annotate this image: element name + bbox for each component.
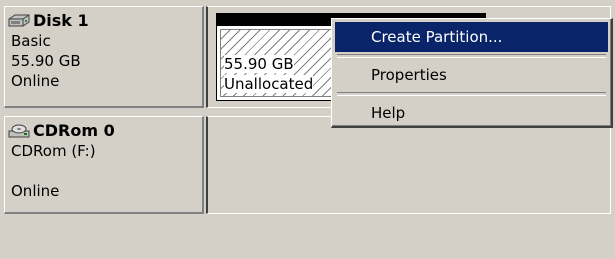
cdrom-label-panel[interactable]: CDRom 0 CDRom (F:) Online [4,116,204,214]
menu-separator [337,54,606,58]
disk-title: Disk 1 [8,11,196,31]
disk-label-panel[interactable]: Disk 1 Basic 55.90 GB Online [4,6,204,108]
cdrom-drive: CDRom (F:) [11,142,96,160]
volume-status: Unallocated [224,75,314,93]
context-menu: Create Partition... Properties Help [331,18,613,128]
menu-separator [337,92,606,96]
menu-item-create-partition[interactable]: Create Partition... [335,22,608,52]
cd-drive-icon [7,123,31,139]
volume-size: 55.90 GB [224,55,294,73]
cdrom-spacer [25,161,196,181]
menu-item-properties[interactable]: Properties [335,60,608,90]
disk-name: Disk 1 [33,11,89,30]
menu-item-help[interactable]: Help [335,98,608,128]
disk-size: 55.90 GB [11,52,81,70]
cdrom-status: Online [11,182,60,200]
hard-disk-icon [7,13,31,29]
cdrom-title: CDRom 0 [8,121,196,141]
disk-type: Basic [11,32,51,50]
cdrom-name: CDRom 0 [33,121,115,140]
disk-management-view: Disk 1 Basic 55.90 GB Online 55.90 GB Un… [0,0,615,259]
cdrom-volume-area [206,116,611,214]
disk-status: Online [11,72,60,90]
